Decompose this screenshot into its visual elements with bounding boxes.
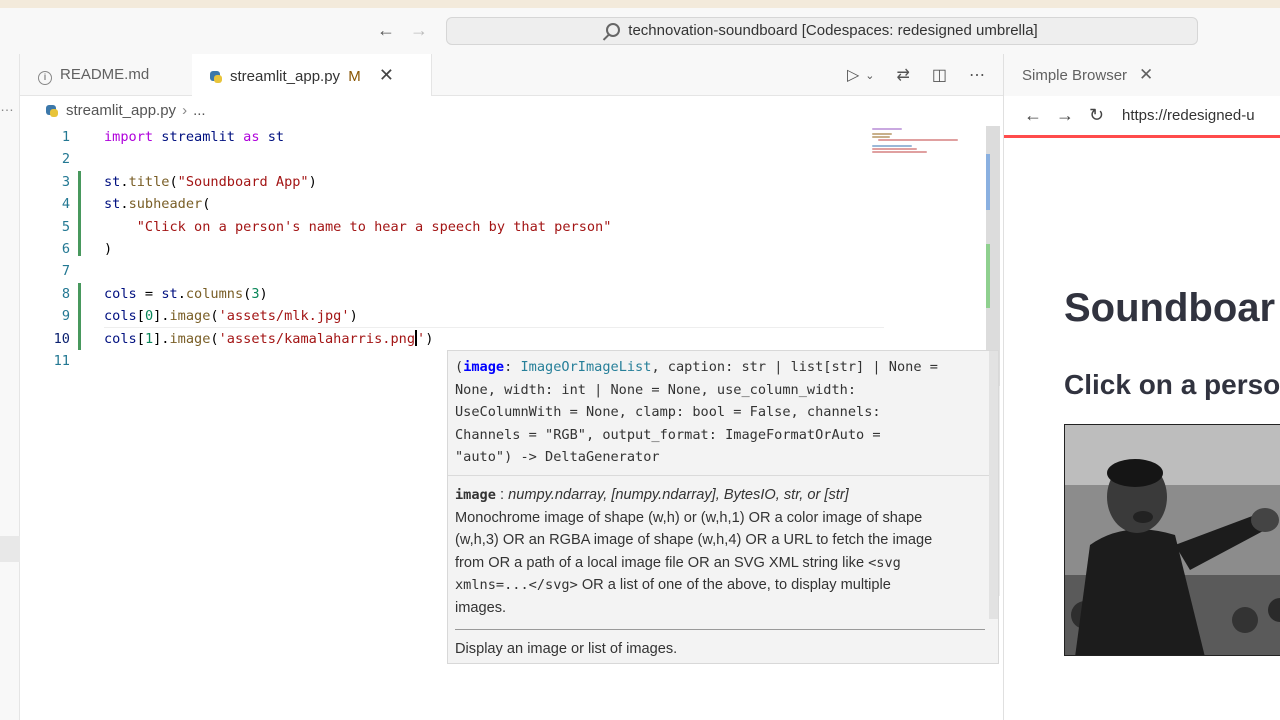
code-line-active: 10 cols[1].image('assets/kamalaharris.png… [20, 328, 880, 350]
param-separator: : [495, 487, 509, 503]
split-editor-icon[interactable]: ◫ [932, 65, 947, 85]
scroll-overview-mark [986, 154, 990, 210]
compare-icon[interactable]: ⇄ [896, 65, 909, 85]
line-number: 9 [61, 308, 70, 325]
app-subheader: Click on a person [1064, 369, 1280, 400]
line-number: 8 [61, 285, 70, 302]
activity-indicator[interactable] [0, 536, 20, 562]
minimap[interactable] [870, 126, 980, 166]
code-line: 8 cols = st.columns(3) [20, 283, 880, 305]
simple-browser-toolbar: ← → ↻ https://redesigned-u [1004, 96, 1280, 138]
window-top-strip [0, 0, 1280, 8]
code-line: 3 st.title("Soundboard App") [20, 171, 880, 193]
activity-bar [0, 54, 20, 720]
collapsed-panel-ellipsis[interactable]: … [0, 98, 14, 114]
scroll-overview-mark [986, 244, 990, 308]
param-code: <svg [868, 554, 901, 571]
code-line: 4 st.subheader( [20, 193, 880, 215]
line-number: 5 [61, 218, 70, 235]
line-number: 6 [61, 241, 70, 257]
signature-hover-popup[interactable]: (image: ImageOrImageList, caption: str |… [447, 350, 999, 664]
url-field[interactable]: https://redesigned-u [1122, 107, 1255, 124]
close-icon[interactable]: ✕ [379, 65, 394, 85]
app-title: Soundboar [1064, 286, 1276, 330]
tab-app-label: streamlit_app.py [230, 68, 341, 85]
command-center[interactable]: technovation-soundboard [Codespaces: red… [446, 17, 1198, 45]
simple-browser-viewport: Soundboar Click on a person [1004, 141, 1280, 720]
tab-simple-browser-label: Simple Browser [1022, 67, 1128, 84]
sig-line: None, width: int | None = None, use_colu… [455, 381, 857, 398]
param-doc: image : numpy.ndarray, [numpy.ndarray], … [455, 484, 990, 619]
line-number: 4 [61, 196, 70, 213]
chevron-down-icon[interactable]: ⌄ [865, 69, 874, 82]
forward-arrow-icon[interactable]: → [1056, 105, 1074, 126]
hover-rule [455, 629, 985, 630]
reload-icon[interactable]: ↻ [1089, 105, 1104, 126]
function-signature: (image: ImageOrImageList, caption: str |… [455, 356, 995, 469]
sig-line: "auto") -> DeltaGenerator [455, 449, 660, 465]
tab-readme-label: README.md [60, 66, 150, 83]
param-desc: OR a list of one of the above, to displa… [577, 577, 891, 593]
breadcrumb-more[interactable]: ... [193, 102, 206, 119]
run-icon[interactable]: ▷ [847, 65, 859, 85]
code-line: 5 "Click on a person's name to hear a sp… [20, 216, 880, 238]
param-desc: (w,h,3) OR an RGBA image of shape (w,h,4… [455, 532, 933, 548]
param-desc: images. [455, 599, 507, 616]
sig-line: UseColumnWith = None, clamp: bool = Fals… [455, 404, 881, 420]
code-line: 9 cols[0].image('assets/mlk.jpg') [20, 305, 880, 327]
breadcrumb-file[interactable]: streamlit_app.py [66, 102, 176, 119]
line-number: 1 [61, 129, 70, 145]
code-line: 1 import streamlit as st [20, 126, 880, 148]
param-code: xmlns=...</svg> [455, 577, 578, 593]
editor-actions: ▷ ⌄ ⇄ ◫ ⋯ [847, 54, 985, 96]
sig-param: image [463, 359, 505, 375]
function-summary: Display an image or list of images. [455, 641, 678, 657]
tab-simple-browser[interactable]: Simple Browser ✕ [1022, 54, 1153, 96]
editor-tab-bar: i README.md streamlit_app.py M ✕ ▷ ⌄ ⇄ ◫ … [20, 54, 1003, 96]
back-arrow-icon[interactable]: ← [374, 18, 398, 42]
line-number: 2 [61, 151, 70, 168]
title-bar: ← → technovation-soundboard [Codespaces:… [0, 8, 1280, 54]
param-type: numpy.ndarray, [numpy.ndarray], BytesIO,… [508, 487, 849, 503]
line-number: 11 [53, 353, 70, 369]
close-icon[interactable]: ✕ [1139, 65, 1153, 84]
chevron-right-icon: › [182, 102, 188, 119]
code-line: 6) [20, 238, 880, 260]
speaker-photo [1064, 424, 1280, 656]
line-number: 10 [53, 330, 70, 347]
breadcrumb: streamlit_app.py ›... [20, 96, 1003, 126]
hover-scrollbar[interactable] [989, 351, 998, 619]
sig-rest: , caption: str | list[str] | None = [651, 359, 938, 375]
param-name: image [455, 487, 496, 503]
code-line: 7 [20, 260, 880, 282]
more-actions-icon[interactable]: ⋯ [969, 65, 985, 85]
param-desc: from OR a path of a local image file OR … [455, 554, 869, 571]
line-number: 7 [61, 263, 70, 280]
back-arrow-icon[interactable]: ← [1024, 105, 1042, 126]
code-line: 2 [20, 148, 880, 170]
param-desc: Monochrome image of shape (w,h) or (w,h,… [455, 509, 923, 526]
forward-arrow-icon[interactable]: → [407, 18, 431, 42]
python-file-icon [46, 105, 58, 117]
command-center-label: technovation-soundboard [Codespaces: red… [628, 22, 1038, 39]
info-icon: i [38, 71, 52, 85]
tab-readme[interactable]: i README.md [20, 54, 192, 96]
simple-browser-tab-bar: Simple Browser ✕ [1004, 54, 1280, 96]
python-file-icon [210, 71, 222, 83]
search-icon [606, 23, 621, 37]
photo-illustration [1065, 425, 1280, 655]
sig-line: Channels = "RGB", output_format: ImageFo… [455, 426, 881, 443]
sig-type[interactable]: ImageOrImageList [520, 359, 651, 375]
tab-streamlit-app[interactable]: streamlit_app.py M ✕ [192, 54, 432, 96]
line-number: 3 [61, 173, 70, 190]
hover-divider [448, 475, 998, 476]
modified-badge: M [348, 68, 361, 85]
